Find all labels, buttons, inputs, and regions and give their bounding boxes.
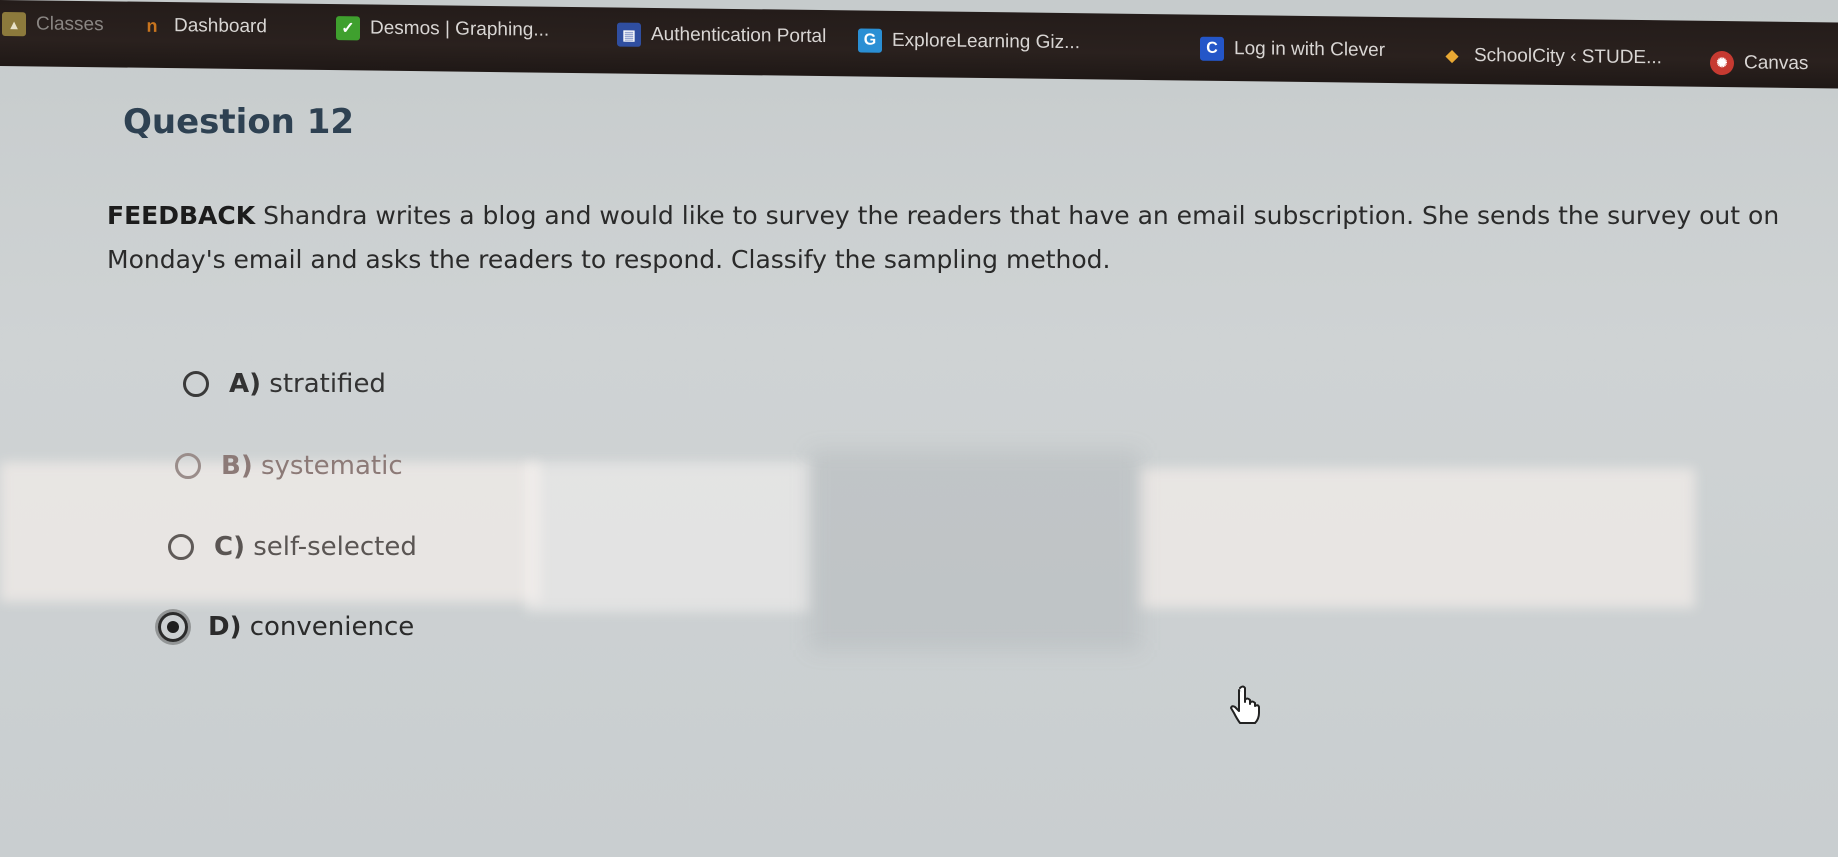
option-letter: A) <box>229 369 262 399</box>
question-text: Shandra writes a blog and would like to … <box>107 201 1780 274</box>
bookmark-label: Classes <box>36 13 104 36</box>
classroom-icon: ▲ <box>2 12 26 37</box>
bookmark-label: Authentication Portal <box>651 23 827 48</box>
option-c[interactable]: C) self-selected <box>168 532 417 562</box>
clever-icon: C <box>1200 36 1224 61</box>
desmos-icon: ✓ <box>336 16 360 41</box>
option-letter: D) <box>208 612 242 642</box>
radio-button[interactable] <box>168 534 194 560</box>
bookmark-explorelearning[interactable]: G ExploreLearning Giz... <box>858 28 1080 55</box>
bookmark-desmos[interactable]: ✓ Desmos | Graphing... <box>336 16 549 43</box>
option-letter: B) <box>221 451 253 481</box>
bookmark-classes[interactable]: ▲ Classes <box>2 12 104 37</box>
radio-button[interactable] <box>183 371 209 397</box>
bookmark-label: Dashboard <box>174 15 267 38</box>
option-d[interactable]: D) convenience <box>158 612 414 642</box>
option-letter: C) <box>214 532 245 562</box>
option-text: systematic <box>260 451 403 481</box>
explorelearning-icon: G <box>858 28 882 53</box>
dashboard-icon: n <box>146 15 158 36</box>
hand-pointer-icon <box>1230 685 1260 724</box>
auth-portal-icon: ▤ <box>617 22 641 47</box>
bookmark-authentication-portal[interactable]: ▤ Authentication Portal <box>617 22 827 50</box>
schoolcity-icon: ◆ <box>1445 47 1459 65</box>
option-text: stratified <box>269 369 386 399</box>
radio-button[interactable] <box>175 453 201 479</box>
option-b[interactable]: B) systematic <box>175 451 403 481</box>
option-text: self-selected <box>253 532 417 562</box>
bookmark-dashboard[interactable]: n Dashboard <box>140 14 267 40</box>
bookmark-label: ExploreLearning Giz... <box>892 29 1080 54</box>
question-prompt: FEEDBACK Shandra writes a blog and would … <box>107 194 1838 282</box>
bookmark-label: Log in with Clever <box>1234 38 1386 61</box>
feedback-tag: FEEDBACK <box>107 201 256 230</box>
question-title: Question 12 <box>123 102 355 142</box>
bookmark-label: Desmos | Graphing... <box>370 17 550 41</box>
bookmark-clever[interactable]: C Log in with Clever <box>1200 36 1386 63</box>
option-a[interactable]: A) stratified <box>183 369 386 399</box>
radio-button-selected[interactable] <box>158 612 188 642</box>
option-text: convenience <box>249 612 415 642</box>
